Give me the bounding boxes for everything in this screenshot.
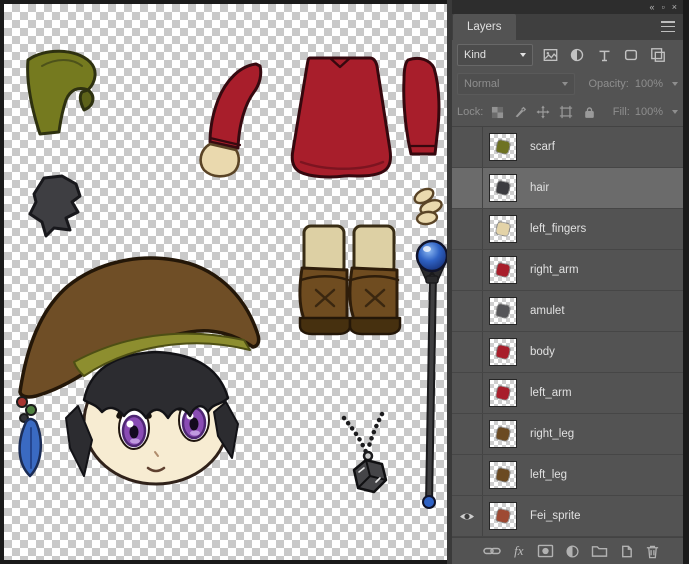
lock-row: Lock: Fill: 100% bbox=[452, 98, 683, 127]
visibility-toggle[interactable] bbox=[452, 209, 483, 249]
body-art bbox=[292, 58, 390, 177]
lock-transparency-icon[interactable] bbox=[488, 103, 506, 121]
layer-name: scarf bbox=[530, 141, 555, 153]
layer-name: left_fingers bbox=[530, 223, 586, 235]
opacity-value[interactable]: 100% bbox=[635, 78, 678, 90]
pixel-layer-filter-icon[interactable] bbox=[540, 45, 560, 65]
close-icon[interactable]: × bbox=[672, 2, 677, 12]
visibility-toggle[interactable] bbox=[452, 373, 483, 413]
chevron-down-icon bbox=[520, 53, 526, 57]
layer-thumbnail[interactable] bbox=[489, 297, 517, 325]
lock-all-icon[interactable] bbox=[580, 103, 598, 121]
lock-artboard-icon[interactable] bbox=[557, 103, 575, 121]
layer-thumbnail[interactable] bbox=[489, 174, 517, 202]
shape-layer-filter-icon[interactable] bbox=[621, 45, 641, 65]
sprite-artwork bbox=[4, 4, 447, 560]
layer-name: body bbox=[530, 346, 555, 358]
filter-kind-select[interactable]: Kind bbox=[457, 44, 533, 66]
layer-filter-row: Kind bbox=[452, 40, 683, 70]
layer-name: left_arm bbox=[530, 387, 572, 399]
layers-panel: « ▫ × Layers Kind bbox=[452, 0, 683, 564]
layer-row[interactable]: right_leg bbox=[452, 414, 683, 455]
layer-row[interactable]: right_arm bbox=[452, 250, 683, 291]
chevron-down-icon bbox=[672, 110, 678, 114]
amulet-art bbox=[344, 414, 386, 492]
scarf-art bbox=[28, 51, 95, 134]
lock-label: Lock: bbox=[457, 106, 483, 118]
group-folder-icon[interactable] bbox=[589, 542, 609, 560]
fx-label: fx bbox=[514, 543, 523, 559]
visibility-toggle[interactable] bbox=[452, 250, 483, 290]
visibility-toggle[interactable] bbox=[452, 127, 483, 167]
layer-row[interactable]: hair bbox=[452, 168, 683, 209]
layer-thumbnail[interactable] bbox=[489, 461, 517, 489]
application-window: « ▫ × Layers Kind bbox=[0, 0, 689, 564]
layer-row[interactable]: left_arm bbox=[452, 373, 683, 414]
right-arm-art bbox=[404, 58, 439, 154]
blend-mode-value: Normal bbox=[464, 78, 499, 90]
adjustment-layer-icon[interactable] bbox=[562, 542, 582, 560]
layer-row[interactable]: left_fingers bbox=[452, 209, 683, 250]
collapse-panels-icon[interactable]: « bbox=[650, 2, 655, 12]
panel-tab-bar: Layers bbox=[452, 14, 683, 40]
layers-list: scarf hair left_fingers right_arm am bbox=[452, 127, 683, 537]
filter-kind-label: Kind bbox=[464, 49, 486, 61]
legs-art bbox=[300, 226, 400, 334]
panel-menu-icon[interactable] bbox=[661, 21, 675, 32]
visibility-toggle[interactable] bbox=[452, 496, 483, 536]
panel-chrome: « ▫ × bbox=[452, 0, 683, 14]
layer-thumbnail[interactable] bbox=[489, 379, 517, 407]
visibility-toggle[interactable] bbox=[452, 291, 483, 331]
layer-thumbnail[interactable] bbox=[489, 502, 517, 530]
chevron-down-icon bbox=[672, 82, 678, 86]
lock-pixels-icon[interactable] bbox=[511, 103, 529, 121]
layer-mask-icon[interactable] bbox=[536, 542, 556, 560]
hair-tuft-art bbox=[30, 176, 80, 236]
chevron-down-icon bbox=[562, 82, 568, 86]
fill-value[interactable]: 100% bbox=[635, 106, 678, 118]
maximize-icon[interactable]: ▫ bbox=[662, 2, 665, 12]
adjustment-layer-filter-icon[interactable] bbox=[567, 45, 587, 65]
visibility-toggle[interactable] bbox=[452, 168, 483, 208]
layer-thumbnail[interactable] bbox=[489, 215, 517, 243]
fill-label: Fill: bbox=[613, 106, 630, 118]
visibility-toggle[interactable] bbox=[452, 455, 483, 495]
layer-row[interactable]: left_leg bbox=[452, 455, 683, 496]
layer-name: right_leg bbox=[530, 428, 574, 440]
visibility-toggle[interactable] bbox=[452, 332, 483, 372]
layer-name: amulet bbox=[530, 305, 565, 317]
head-art bbox=[17, 258, 259, 484]
type-layer-filter-icon[interactable] bbox=[594, 45, 614, 65]
lock-position-icon[interactable] bbox=[534, 103, 552, 121]
smart-object-filter-icon[interactable] bbox=[648, 45, 668, 65]
layer-thumbnail[interactable] bbox=[489, 256, 517, 284]
link-icon[interactable] bbox=[482, 542, 502, 560]
delete-layer-icon[interactable] bbox=[643, 542, 663, 560]
blend-mode-select[interactable]: Normal bbox=[457, 73, 575, 95]
eye-icon bbox=[459, 511, 475, 522]
layer-thumbnail[interactable] bbox=[489, 133, 517, 161]
left-fingers-art bbox=[412, 186, 443, 225]
layers-panel-toolbar: fx bbox=[452, 537, 683, 564]
layer-row[interactable]: amulet bbox=[452, 291, 683, 332]
visibility-toggle[interactable] bbox=[452, 414, 483, 454]
layer-thumbnail[interactable] bbox=[489, 420, 517, 448]
staff-art bbox=[417, 241, 447, 508]
layer-thumbnail[interactable] bbox=[489, 338, 517, 366]
layer-name: hair bbox=[530, 182, 549, 194]
layer-name: left_leg bbox=[530, 469, 567, 481]
blend-row: Normal Opacity: 100% bbox=[452, 70, 683, 98]
opacity-label: Opacity: bbox=[589, 78, 629, 90]
left-arm-art bbox=[201, 64, 261, 176]
layer-row[interactable]: scarf bbox=[452, 127, 683, 168]
layer-name: right_arm bbox=[530, 264, 579, 276]
new-layer-icon[interactable] bbox=[616, 542, 636, 560]
layer-row[interactable]: Fei_sprite bbox=[452, 496, 683, 537]
layer-name: Fei_sprite bbox=[530, 510, 581, 522]
tab-layers[interactable]: Layers bbox=[453, 14, 516, 40]
layer-row[interactable]: body bbox=[452, 332, 683, 373]
fx-icon[interactable]: fx bbox=[509, 542, 529, 560]
document-canvas[interactable] bbox=[4, 4, 447, 560]
